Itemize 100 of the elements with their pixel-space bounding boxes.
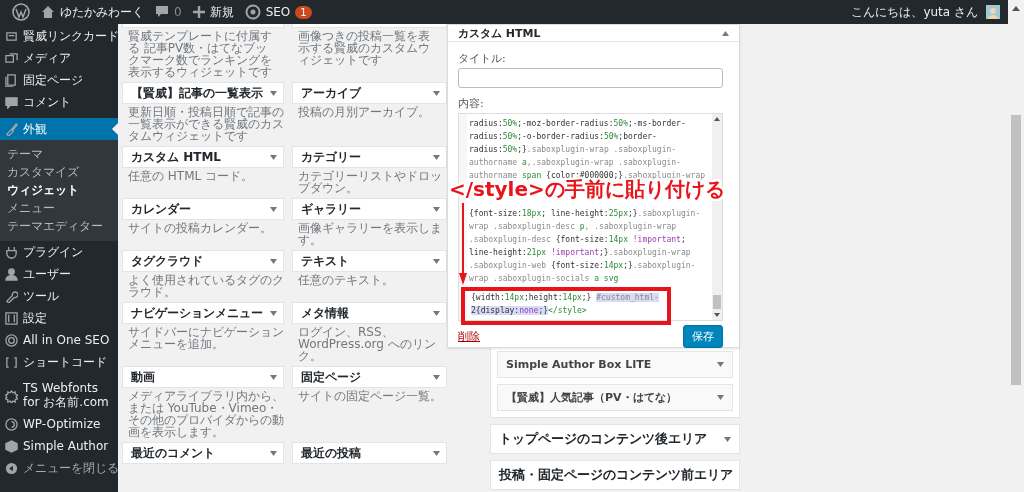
menu-item[interactable]: メディア xyxy=(0,47,118,69)
caret-icon xyxy=(270,206,277,212)
caret-icon xyxy=(433,310,440,316)
widget-description: 賢威テンプレートに付属する 記事PV数・はてなブックマーク数でランキングを表示するウィジェットです xyxy=(127,28,273,81)
menu-item[interactable]: All in One SEO xyxy=(0,329,118,351)
menu-item[interactable]: ユーザー xyxy=(0,263,118,285)
widget-description: サイトの固定ページ一覧。 xyxy=(297,388,443,405)
widget-title-bar[interactable]: 最近の投稿 xyxy=(292,442,447,464)
widget-description: サイドバーにナビゲーションメニューを追加。 xyxy=(127,324,284,353)
caret-icon xyxy=(433,258,440,264)
widget-title: ギャラリー xyxy=(301,200,361,218)
caret-icon xyxy=(270,154,277,160)
widget-description: 任意のテキスト。 xyxy=(297,272,395,289)
code-line: line-height:21px !important;}.saboxplugin-wrap xyxy=(469,247,691,260)
widget-area-header[interactable]: 投稿・固定ページのコンテンツ前エリア xyxy=(490,460,740,490)
caret-icon xyxy=(717,362,724,367)
widget-title-bar[interactable]: 固定ページ xyxy=(292,366,447,388)
caret-icon[interactable] xyxy=(722,30,729,36)
up-caret-icon[interactable] xyxy=(1012,6,1020,11)
widget-title-bar[interactable]: カテゴリー xyxy=(292,146,447,168)
caret-icon xyxy=(270,258,277,264)
greeting-text[interactable]: こんにちは、yuta さん xyxy=(851,3,978,21)
menu-item[interactable]: Simple Author xyxy=(0,435,118,457)
widget-title-bar[interactable]: アーカイブ xyxy=(292,82,447,104)
field-label: 内容: xyxy=(458,96,485,111)
widget-title-bar[interactable]: 【賢威】人気記事（PV・はてな） xyxy=(497,384,733,411)
delete-link[interactable]: 削除 xyxy=(458,329,480,344)
plug-icon xyxy=(5,245,18,259)
widget-title: 【賢威】人気記事（PV・はてな） xyxy=(506,390,677,405)
menu-item[interactable]: 賢威リンクカード xyxy=(0,25,118,47)
widget-title-bar[interactable]: 【賢威】記事の一覧表示 xyxy=(122,82,284,104)
comment-count: 0 xyxy=(174,5,182,19)
down-caret-icon[interactable] xyxy=(714,313,720,317)
submenu-item[interactable]: メニュー xyxy=(0,199,118,217)
menu-item[interactable]: TS Webfonts for お名前.com xyxy=(0,379,118,413)
widget-description: 投稿の月別アーカイブ。 xyxy=(297,104,431,121)
scrollbar-thumb[interactable] xyxy=(713,295,721,309)
menu-item[interactable]: ショートコード xyxy=(0,351,118,373)
plus-icon[interactable] xyxy=(192,6,205,18)
widget-title: カスタム HTML xyxy=(131,148,221,166)
title-input-field[interactable] xyxy=(458,68,723,88)
caret-icon xyxy=(717,395,724,400)
widget-area-header[interactable]: トップページのコンテンツ後エリア xyxy=(490,424,740,454)
menu-item[interactable]: 固定ページ xyxy=(0,69,118,91)
code-line: .saboxplugin-desc {font-size:14px !important; xyxy=(469,234,686,247)
widget-title-bar[interactable]: タグクラウド xyxy=(122,250,284,272)
widget-title-bar[interactable]: ナビゲーションメニュー xyxy=(122,302,284,324)
submenu-item[interactable]: ウィジェット xyxy=(0,181,118,199)
widget-title-bar[interactable]: カレンダー xyxy=(122,198,284,220)
new-link[interactable]: 新規 xyxy=(209,3,234,21)
down-arrow-icon xyxy=(459,203,467,285)
menu-item[interactable]: コメント xyxy=(0,91,118,113)
widget-title: 最近のコメント xyxy=(131,444,215,462)
widget-title-bar[interactable]: テキスト xyxy=(292,250,447,272)
caret-icon xyxy=(270,450,277,456)
wrench-icon xyxy=(5,289,18,303)
menu-item[interactable]: WP-Optimize xyxy=(0,413,118,435)
person-icon xyxy=(5,267,18,281)
collapse-menu-button[interactable]: メニューを閉じる xyxy=(0,457,118,479)
code-line: {width:14px;height:14px;} #custom_html- xyxy=(471,291,659,304)
up-caret-icon[interactable] xyxy=(714,117,720,121)
notification-badge: 1 xyxy=(295,5,312,19)
submenu-item[interactable]: テーマエディター xyxy=(0,217,118,235)
widget-title-bar[interactable]: 動画 xyxy=(122,366,284,388)
code-line: radius:50%;}.saboxplugin-wrap .saboxplugin- xyxy=(469,143,677,156)
menu-item[interactable]: 設定 xyxy=(0,307,118,329)
caret-icon xyxy=(433,450,440,456)
widget-description: 画像ギャラリーを表示します。 xyxy=(297,220,443,249)
widget-description: 画像つきの投稿一覧を表示する賢威のカスタムウィジェットです xyxy=(297,28,431,69)
submenu-item[interactable]: カスタマイズ xyxy=(0,163,118,181)
field-label: タイトル: xyxy=(458,51,507,66)
seo-link[interactable]: SEO xyxy=(265,5,291,19)
code-line: authorname span {color:#000000;}.saboxplugin-wrap xyxy=(469,169,706,180)
save-button[interactable]: 保存 xyxy=(683,325,723,348)
menu-item[interactable]: プラグイン xyxy=(0,241,118,263)
code-line: radius:50%;-moz-border-radius:50%;-ms-border- xyxy=(469,118,686,130)
widget-title: メタ情報 xyxy=(301,304,349,322)
menu-item[interactable]: ツール xyxy=(0,285,118,307)
widget-title-bar[interactable]: ギャラリー xyxy=(292,198,447,220)
code-line: authorname a,.saboxplugin-wrap .saboxplugin- xyxy=(469,156,681,169)
speech-bubble-icon[interactable] xyxy=(155,5,169,19)
widget-title: Simple Author Box LITE xyxy=(506,358,652,371)
submenu-item[interactable]: テーマ xyxy=(0,145,118,163)
caret-icon xyxy=(433,90,440,96)
widget-title-bar[interactable]: Simple Author Box LITE xyxy=(497,351,733,378)
widget-title: 最近の投稿 xyxy=(301,444,361,462)
home-icon[interactable] xyxy=(41,5,55,19)
widget-area-title: トップページのコンテンツ後エリア xyxy=(499,430,707,448)
caret-icon xyxy=(433,374,440,380)
widget-description: サイトの投稿カレンダー。 xyxy=(127,220,273,237)
page-icon xyxy=(5,73,18,87)
widget-title: タグクラウド xyxy=(131,252,203,270)
widget-title-bar[interactable]: メタ情報 xyxy=(292,302,447,324)
widget-title-bar[interactable]: 最近のコメント xyxy=(122,442,284,464)
menu-item[interactable]: 外観 xyxy=(0,118,118,140)
card-icon xyxy=(5,29,18,43)
widget-title-bar[interactable]: カスタム HTML xyxy=(122,146,284,168)
widget-title: テキスト xyxy=(301,252,349,270)
site-name-link[interactable]: ゆたかみわーく xyxy=(60,3,144,21)
wordpress-logo-icon[interactable] xyxy=(12,3,30,21)
